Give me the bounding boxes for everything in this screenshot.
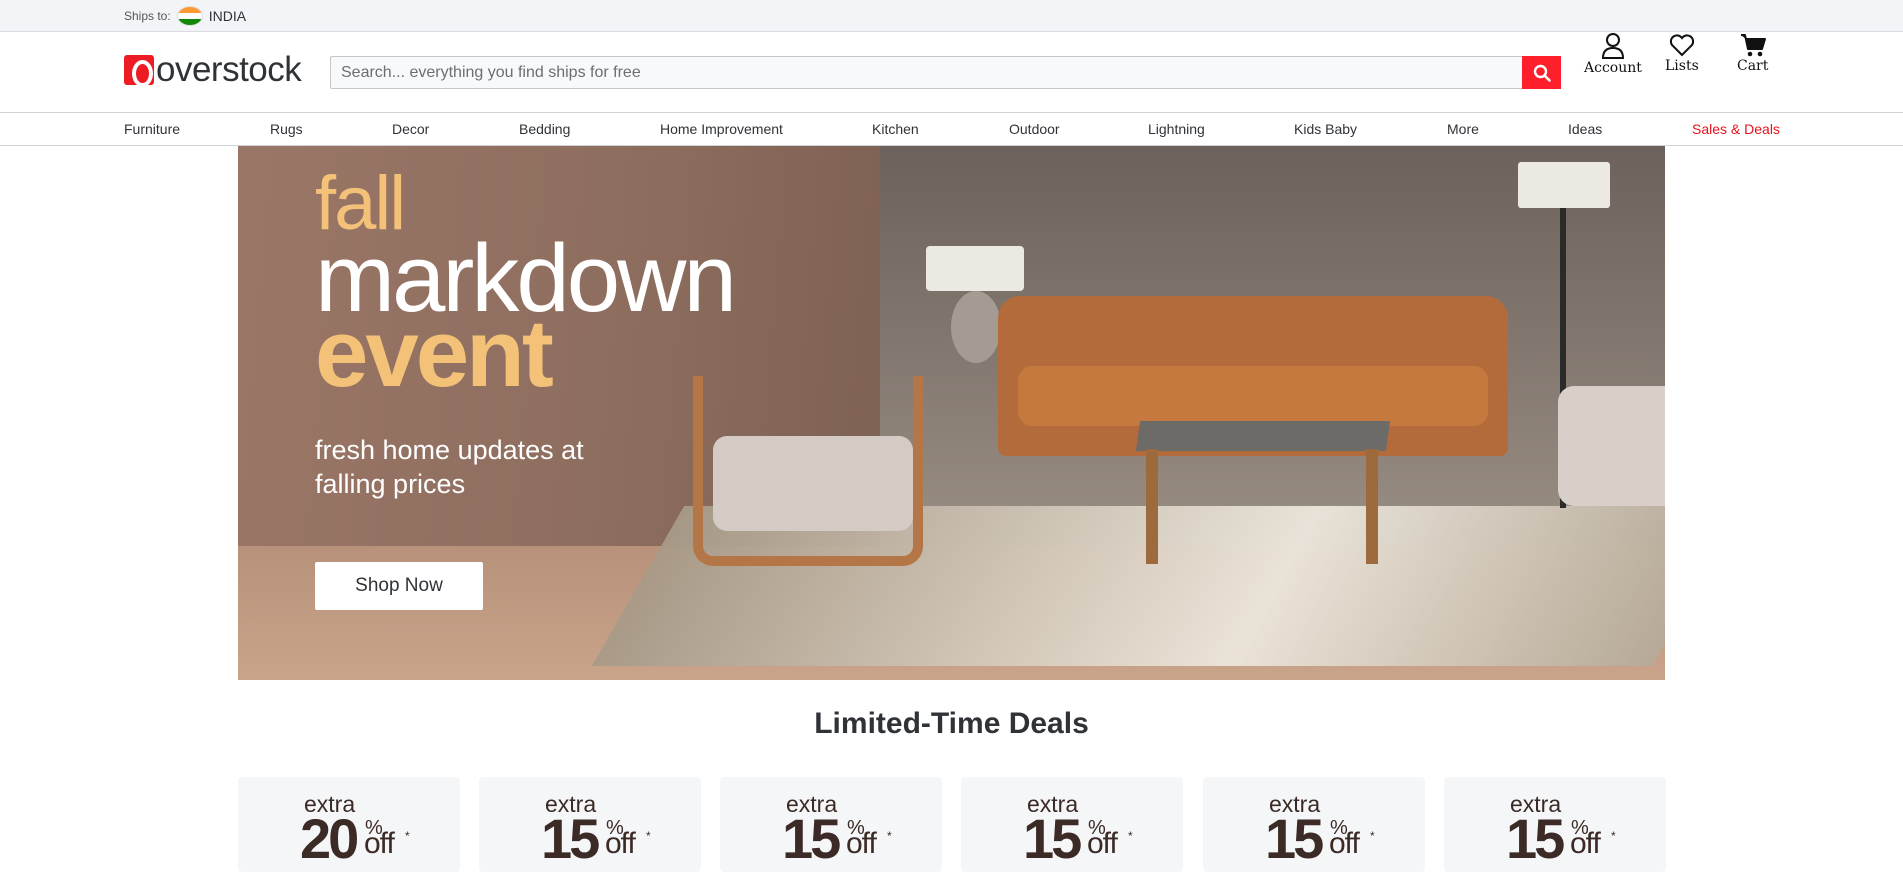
nav-item-lightning[interactable]: Lightning [1148, 121, 1205, 137]
deal-asterisk: * [405, 829, 410, 843]
table-lamp-shade [926, 246, 1024, 291]
deal-card[interactable]: extra 15 % off * [479, 777, 701, 872]
nav-item-kitchen[interactable]: Kitchen [872, 121, 919, 137]
nav-item-bedding[interactable]: Bedding [519, 121, 570, 137]
deal-off-label: off [1329, 827, 1360, 860]
deal-asterisk: * [646, 829, 651, 843]
deal-percent: 15 [782, 807, 841, 870]
india-flag-icon[interactable] [176, 5, 203, 26]
cart-button[interactable]: Cart [1737, 32, 1768, 74]
nav-item-home-improvement[interactable]: Home Improvement [660, 121, 783, 137]
deal-card[interactable]: extra 15 % off * [720, 777, 942, 872]
deal-percent: 15 [541, 807, 600, 870]
nav-item-outdoor[interactable]: Outdoor [1009, 121, 1060, 137]
search-icon [1533, 64, 1551, 82]
overstock-logo[interactable]: overstock [124, 50, 302, 89]
deals-section-title: Limited-Time Deals [814, 707, 1089, 740]
deal-asterisk: * [887, 829, 892, 843]
deal-card[interactable]: extra 20 % off * [238, 777, 460, 872]
hero-chair-right [1558, 386, 1665, 506]
cart-icon [1740, 34, 1766, 57]
heart-icon [1669, 34, 1694, 57]
deal-percent: 15 [1265, 807, 1324, 870]
nav-item-kids-baby[interactable]: Kids Baby [1294, 121, 1357, 137]
account-button[interactable]: Account [1584, 32, 1642, 76]
hero-headline-event: event [315, 300, 554, 407]
hero-chair [683, 356, 953, 576]
floor-lamp-shade [1518, 162, 1610, 208]
account-icon [1601, 33, 1624, 59]
nav-item-decor[interactable]: Decor [392, 121, 429, 137]
deal-asterisk: * [1128, 829, 1133, 843]
deal-off-label: off [605, 827, 636, 860]
deal-percent: 15 [1023, 807, 1082, 870]
shop-now-button[interactable]: Shop Now [315, 562, 483, 610]
deal-off-label: off [1570, 827, 1601, 860]
search-button[interactable] [1522, 56, 1561, 89]
ships-to-bar: Ships to: INDIA [0, 0, 1903, 32]
deal-asterisk: * [1370, 829, 1375, 843]
nav-item-more[interactable]: More [1447, 121, 1479, 137]
account-label: Account [1584, 60, 1642, 76]
ships-to-country[interactable]: INDIA [209, 8, 246, 24]
category-nav: Furniture Rugs Decor Bedding Home Improv… [0, 112, 1903, 146]
site-header: overstock Account Lists Cart [0, 32, 1903, 112]
lists-button[interactable]: Lists [1665, 32, 1699, 74]
lists-label: Lists [1665, 58, 1699, 74]
deal-off-label: off [846, 827, 877, 860]
deal-asterisk: * [1611, 829, 1616, 843]
search-bar [330, 56, 1561, 89]
hero-subtitle: fresh home updates at falling prices [315, 435, 584, 499]
overstock-logo-icon [124, 54, 154, 87]
nav-item-furniture[interactable]: Furniture [124, 121, 180, 137]
cart-label: Cart [1737, 58, 1769, 74]
deal-off-label: off [1087, 827, 1118, 860]
search-input[interactable] [330, 56, 1522, 89]
table-lamp-base [951, 291, 1001, 363]
hero-banner[interactable]: fall markdown event fresh home updates a… [238, 146, 1665, 680]
deal-percent: 15 [1506, 807, 1565, 870]
deal-card[interactable]: extra 15 % off * [961, 777, 1183, 872]
hero-coffee-table [1135, 421, 1391, 564]
deal-card[interactable]: extra 15 % off * [1444, 777, 1666, 872]
deal-card[interactable]: extra 15 % off * [1203, 777, 1425, 872]
ships-to-label: Ships to: [124, 8, 171, 23]
deal-percent: 20 [300, 807, 359, 870]
nav-item-ideas[interactable]: Ideas [1568, 121, 1602, 137]
nav-item-rugs[interactable]: Rugs [270, 121, 303, 137]
logo-text: overstock [156, 50, 302, 89]
nav-item-sales-deals[interactable]: Sales & Deals [1692, 121, 1780, 137]
deal-off-label: off [364, 827, 395, 860]
